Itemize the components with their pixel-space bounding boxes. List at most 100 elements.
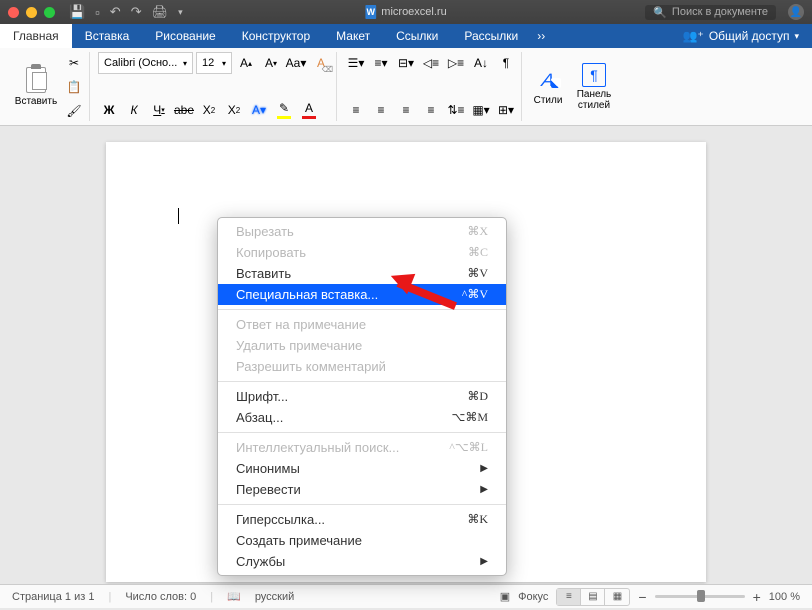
cut-icon[interactable]: ✂ <box>63 52 85 73</box>
maximize-window-button[interactable] <box>44 7 55 18</box>
font-name-select[interactable]: Calibri (Осно...▾ <box>98 52 193 74</box>
decrease-indent-icon[interactable]: ◁≡ <box>420 52 442 74</box>
print-icon[interactable]: 🖨 <box>152 4 169 20</box>
sort-icon[interactable]: A↓ <box>470 52 492 74</box>
increase-indent-icon[interactable]: ▷≡ <box>445 52 467 74</box>
menu-item[interactable]: Шрифт...⌘D <box>218 386 506 407</box>
align-left-icon[interactable]: ≡ <box>345 99 367 121</box>
page-count[interactable]: Страница 1 из 1 <box>12 591 94 603</box>
word-doc-icon: W <box>365 5 376 19</box>
font-group: Calibri (Осно...▾ 12▾ A▴ A▾ Aa▾ A⌫ Ж К Ч… <box>94 52 337 121</box>
menu-item[interactable]: Создать примечание <box>218 530 506 551</box>
menu-separator <box>218 504 506 505</box>
search-icon: 🔍 <box>653 6 667 19</box>
search-input[interactable]: 🔍 Поиск в документе <box>645 5 776 20</box>
zoom-in-button[interactable]: + <box>753 589 761 605</box>
font-size-select[interactable]: 12▾ <box>196 52 232 74</box>
word-count[interactable]: Число слов: 0 <box>125 591 196 603</box>
web-layout-view[interactable]: ▤ <box>581 589 605 605</box>
tab-references[interactable]: Ссылки <box>383 24 451 48</box>
redo-icon[interactable]: ↷ <box>131 4 142 20</box>
more-tabs-icon[interactable]: ›› <box>531 29 551 43</box>
menu-item[interactable]: Перевести▶ <box>218 479 506 500</box>
tab-layout[interactable]: Макет <box>323 24 383 48</box>
submenu-arrow-icon: ▶ <box>480 484 488 495</box>
tab-mailings[interactable]: Рассылки <box>451 24 531 48</box>
borders-icon[interactable]: ⊞▾ <box>495 99 517 121</box>
text-effects-icon[interactable]: A▾ <box>248 99 270 121</box>
menu-item[interactable]: Службы▶ <box>218 551 506 572</box>
clear-format-icon[interactable]: A⌫ <box>310 52 332 74</box>
align-right-icon[interactable]: ≡ <box>395 99 417 121</box>
highlight-button[interactable]: ✎ <box>273 99 295 121</box>
menu-item[interactable]: Синонимы▶ <box>218 458 506 479</box>
line-spacing-icon[interactable]: ⇅≡ <box>445 99 467 121</box>
outline-view[interactable]: ▦ <box>605 589 629 605</box>
close-window-button[interactable] <box>8 7 19 18</box>
underline-button[interactable]: Ч▾ <box>148 99 170 121</box>
menu-separator <box>218 381 506 382</box>
bold-button[interactable]: Ж <box>98 99 120 121</box>
menu-item[interactable]: Абзац...⌥⌘M <box>218 407 506 428</box>
language-button[interactable]: русский <box>255 591 294 603</box>
styles-pane-button[interactable]: ¶ Панель стилей <box>572 63 616 111</box>
zoom-slider[interactable] <box>655 595 745 598</box>
grow-font-icon[interactable]: A▴ <box>235 52 257 74</box>
format-painter-icon[interactable]: 🖌 <box>63 100 85 121</box>
menu-item: Интеллектуальный поиск...^⌥⌘L <box>218 437 506 458</box>
context-menu: Вырезать⌘XКопировать⌘CВставить⌘VСпециаль… <box>217 217 507 576</box>
numbering-icon[interactable]: ≡▾ <box>370 52 392 74</box>
share-button[interactable]: 👥⁺ Общий доступ ▾ <box>670 24 812 48</box>
styles-button[interactable]: A Стили <box>530 67 566 106</box>
titlebar: 💾 ▫ ↶ ↷ 🖨 ▾ W microexcel.ru 🔍 Поиск в до… <box>0 0 812 24</box>
menu-separator <box>218 309 506 310</box>
focus-icon: ▣ <box>500 590 510 603</box>
font-color-button[interactable]: A <box>298 99 320 121</box>
tab-home[interactable]: Главная <box>0 24 72 48</box>
submenu-arrow-icon: ▶ <box>480 556 488 567</box>
menu-item[interactable]: Гиперссылка...⌘K <box>218 509 506 530</box>
status-bar: Страница 1 из 1 | Число слов: 0 | 📖 русс… <box>0 584 812 608</box>
traffic-lights <box>8 7 55 18</box>
tab-draw[interactable]: Рисование <box>142 24 228 48</box>
menu-item[interactable]: Вставить⌘V <box>218 263 506 284</box>
superscript-button[interactable]: X2 <box>223 99 245 121</box>
subscript-button[interactable]: X2 <box>198 99 220 121</box>
user-avatar[interactable]: 👤 <box>788 4 804 20</box>
bullets-icon[interactable]: ☰▾ <box>345 52 367 74</box>
focus-mode[interactable]: Фокус <box>518 591 548 603</box>
ribbon: Вставить ✂ 📋 🖌 Calibri (Осно...▾ 12▾ A▴ … <box>0 48 812 126</box>
zoom-out-button[interactable]: − <box>638 589 646 605</box>
strike-button[interactable]: abe <box>173 99 195 121</box>
menu-separator <box>218 432 506 433</box>
tab-insert[interactable]: Вставка <box>72 24 143 48</box>
share-icon: 👥⁺ <box>683 29 704 43</box>
save-icon[interactable]: 💾 <box>69 4 85 20</box>
view-buttons: ≡ ▤ ▦ <box>556 588 630 606</box>
chevron-down-icon: ▾ <box>794 31 799 42</box>
menu-item[interactable]: Специальная вставка...^⌘V <box>218 284 506 305</box>
document-title: W microexcel.ru <box>365 5 446 19</box>
tab-design[interactable]: Конструктор <box>229 24 323 48</box>
menu-item: Вырезать⌘X <box>218 221 506 242</box>
zoom-level[interactable]: 100 % <box>769 591 800 603</box>
spellcheck-icon[interactable]: 📖 <box>227 590 241 603</box>
show-marks-icon[interactable]: ¶ <box>495 52 517 74</box>
shrink-font-icon[interactable]: A▾ <box>260 52 282 74</box>
copy-icon[interactable]: 📋 <box>63 76 85 97</box>
shading-icon[interactable]: ▦▾ <box>470 99 492 121</box>
multilevel-icon[interactable]: ⊟▾ <box>395 52 417 74</box>
new-doc-icon[interactable]: ▫ <box>95 5 100 20</box>
paste-button[interactable]: Вставить <box>12 52 60 121</box>
change-case-icon[interactable]: Aa▾ <box>285 52 307 74</box>
menu-item: Удалить примечание <box>218 335 506 356</box>
italic-button[interactable]: К <box>123 99 145 121</box>
align-center-icon[interactable]: ≡ <box>370 99 392 121</box>
menu-item: Ответ на примечание <box>218 314 506 335</box>
clipboard-group: Вставить ✂ 📋 🖌 <box>8 52 90 121</box>
chevron-down-icon[interactable]: ▾ <box>178 7 183 18</box>
undo-icon[interactable]: ↶ <box>110 4 121 20</box>
minimize-window-button[interactable] <box>26 7 37 18</box>
print-layout-view[interactable]: ≡ <box>557 589 581 605</box>
justify-icon[interactable]: ≡ <box>420 99 442 121</box>
